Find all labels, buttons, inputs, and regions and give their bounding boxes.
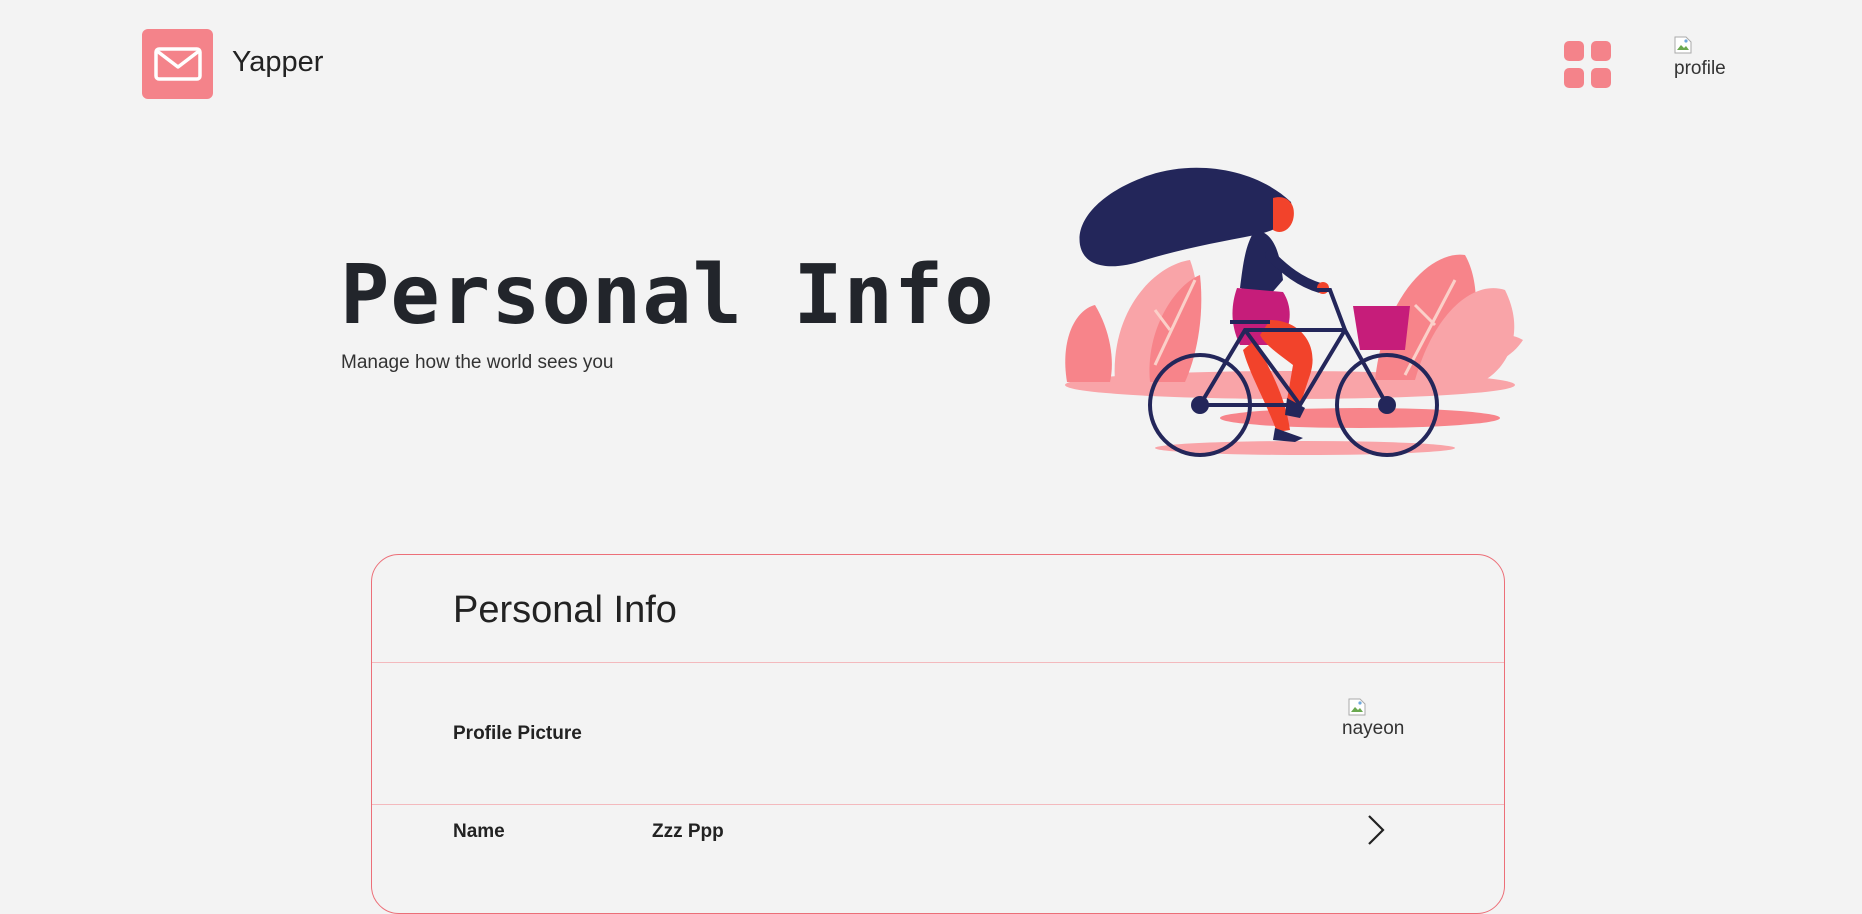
brand-name[interactable]: Yapper — [232, 46, 323, 79]
logo-mail-icon[interactable] — [142, 29, 213, 99]
chevron-right-icon[interactable] — [1366, 813, 1386, 847]
apps-grid-button[interactable] — [1564, 41, 1611, 88]
name-label: Name — [453, 821, 505, 842]
personal-info-card: Personal Info Profile Picture nayeon Nam… — [371, 554, 1505, 914]
apps-grid-icon — [1591, 68, 1611, 88]
name-row[interactable]: Name Zzz Ppp — [372, 805, 1504, 875]
hero-subtitle: Manage how the world sees you — [341, 352, 614, 373]
profile-alt-text: profile — [1674, 58, 1726, 79]
profile-picture-label: Profile Picture — [453, 723, 582, 744]
profile-avatar[interactable]: profile — [1672, 36, 1734, 82]
profile-picture-alt-text: nayeon — [1342, 718, 1405, 739]
apps-grid-icon — [1564, 68, 1584, 88]
apps-grid-icon — [1564, 41, 1584, 61]
top-header: Yapper profile — [0, 0, 1862, 130]
divider — [372, 662, 1504, 663]
card-title: Personal Info — [453, 589, 677, 631]
hero-title: Personal Info — [340, 248, 995, 343]
cyclist-illustration — [1065, 167, 1523, 457]
apps-grid-icon — [1591, 41, 1611, 61]
profile-picture-image[interactable]: nayeon — [1342, 698, 1422, 748]
broken-image-icon — [1674, 36, 1692, 54]
broken-image-icon — [1348, 698, 1366, 716]
name-value: Zzz Ppp — [652, 821, 724, 842]
mail-envelope-icon — [153, 47, 202, 81]
